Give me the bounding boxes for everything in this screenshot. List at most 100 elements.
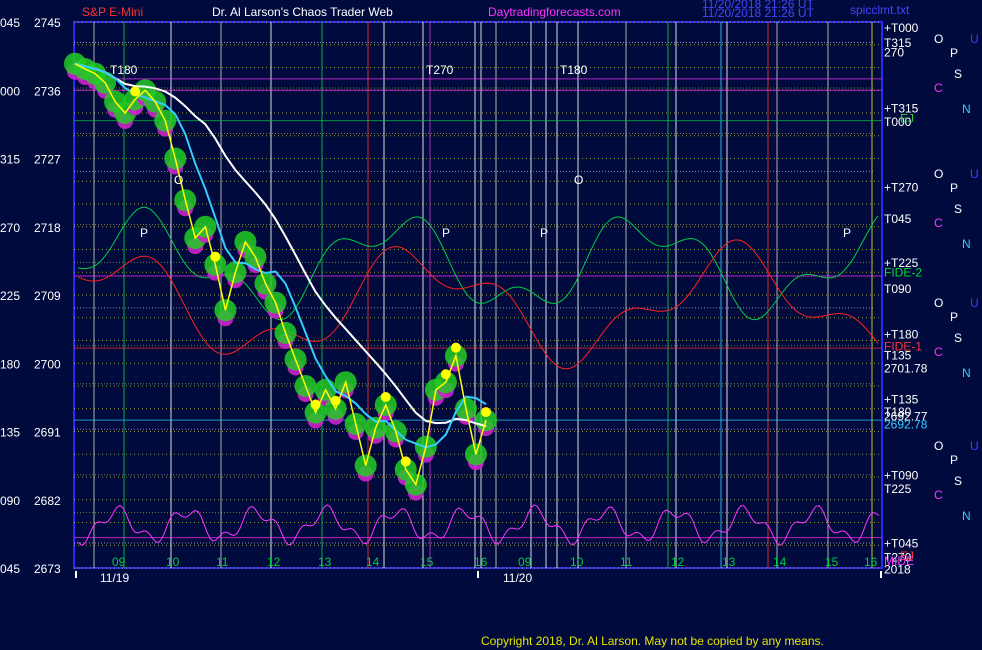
planet-marker: U <box>970 439 979 453</box>
right-level-label: 2692.78 <box>884 418 928 432</box>
y-degree-label: 045 <box>0 16 20 30</box>
right-level-label: +T090 <box>884 468 919 482</box>
chart-site-link[interactable]: Daytradingforecasts.com <box>488 5 621 19</box>
planet-marker: P <box>950 181 958 195</box>
y-degree-label: 000 <box>0 84 20 98</box>
price-line <box>74 63 487 487</box>
planet-marker: N <box>962 509 971 523</box>
moving-average-line <box>74 62 487 449</box>
x-tick-label: 10 <box>166 555 180 569</box>
in-chart-label: P <box>540 226 548 240</box>
in-chart-label: T180 <box>110 63 138 77</box>
planet-marker: P <box>950 46 958 60</box>
planet-marker: N <box>962 366 971 380</box>
right-level-label: T045 <box>884 212 912 226</box>
in-chart-label: O <box>574 173 583 187</box>
in-chart-label: T270 <box>426 63 454 77</box>
right-level-label: T090 <box>884 282 912 296</box>
planet-marker: N <box>962 102 971 116</box>
x-tick-label: 14 <box>366 555 380 569</box>
y-price-label: 2673 <box>34 562 61 576</box>
x-tick-label: 11 <box>216 555 229 569</box>
right-level-label: 2018 <box>884 563 911 577</box>
red-flow-line <box>77 239 879 370</box>
y-price-label: 2682 <box>34 494 61 508</box>
date-label: 11/19 <box>100 571 129 585</box>
in-chart-label: T180 <box>560 63 588 77</box>
swing-point-marker <box>330 395 341 406</box>
x-tick-label: 16 <box>474 555 488 569</box>
right-level-label: 2701.78 <box>884 362 928 376</box>
planet-marker: O <box>934 32 943 46</box>
planet-marker: P <box>950 453 958 467</box>
y-degree-label: 135 <box>0 426 20 440</box>
x-tick-label: 15 <box>420 555 434 569</box>
right-level-label: FIDE-2 <box>884 265 922 279</box>
planet-marker: S <box>954 474 962 488</box>
chart-timestamp-2: 11/20/2018 21:26 UT <box>702 6 815 20</box>
chart-title-symbol: S&P E-Mini <box>82 5 143 19</box>
planet-marker: C <box>934 488 943 502</box>
y-price-label: 2700 <box>34 357 61 371</box>
x-tick-label: 10 <box>570 555 584 569</box>
planet-marker: O <box>934 167 943 181</box>
in-chart-label: P <box>442 226 450 240</box>
y-degree-label: 270 <box>0 221 20 235</box>
swing-point-marker <box>310 399 321 410</box>
y-price-label: 2727 <box>34 153 61 167</box>
planet-marker: C <box>934 345 943 359</box>
chart-file-name: spicclmt.txt <box>850 3 910 17</box>
y-price-label: 2691 <box>34 426 61 440</box>
chart-title-main: Dr. Al Larson's Chaos Trader Web <box>212 5 393 19</box>
planet-marker: S <box>954 202 962 216</box>
right-level-label: +T270 <box>884 180 919 194</box>
copyright-notice: Copyright 2018, Dr. Al Larson. May not b… <box>481 634 824 648</box>
right-level-label: EJ <box>900 111 914 125</box>
planet-marker: P <box>950 310 958 324</box>
y-price-label: 2736 <box>34 84 61 98</box>
y-degree-label: 225 <box>0 289 20 303</box>
planet-marker: U <box>970 296 979 310</box>
x-tick-label: 09 <box>112 555 126 569</box>
in-chart-label: O <box>174 173 183 187</box>
in-chart-label: P <box>140 226 148 240</box>
x-tick-label: 12 <box>267 555 281 569</box>
in-chart-label: P <box>843 226 851 240</box>
planet-marker: C <box>934 216 943 230</box>
x-tick-label: 16 <box>864 555 878 569</box>
swing-point-marker <box>400 456 411 467</box>
planet-marker: O <box>934 296 943 310</box>
planet-marker: C <box>934 81 943 95</box>
swing-point-marker <box>380 391 391 402</box>
x-tick-label: 15 <box>825 555 839 569</box>
magenta-oscillator <box>77 504 880 546</box>
planet-marker: S <box>954 331 962 345</box>
swing-point-marker <box>130 86 141 97</box>
swing-point-marker <box>481 407 491 418</box>
swing-point-marker <box>210 251 221 262</box>
chaos-chart: 09 10 11 12 13 14 15 16 09 10 11 12 13 14 15 16 11/19 11/… <box>0 0 979 585</box>
x-tick-label: 13 <box>722 555 736 569</box>
planet-marker: U <box>970 32 979 46</box>
long-moving-average-line <box>74 62 487 428</box>
y-degree-label: 090 <box>0 494 20 508</box>
planet-marker: S <box>954 67 962 81</box>
y-degree-label: 315 <box>0 153 20 167</box>
planet-marker: U <box>970 167 979 181</box>
y-price-label: 2718 <box>34 221 61 235</box>
y-degree-label: 045 <box>0 562 20 576</box>
right-level-label: +T000 <box>884 21 919 35</box>
date-label: 11/20 <box>503 571 532 585</box>
x-tick-label: 11 <box>620 555 633 569</box>
planet-marker: N <box>962 237 971 251</box>
y-price-label: 2745 <box>34 16 61 30</box>
right-level-label: 270 <box>884 45 904 59</box>
x-tick-label: 13 <box>318 555 332 569</box>
right-level-label: T225 <box>884 482 912 496</box>
x-tick-label: 14 <box>773 555 787 569</box>
x-tick-label: 09 <box>518 555 532 569</box>
y-price-label: 2709 <box>34 289 61 303</box>
y-degree-label: 180 <box>0 357 20 371</box>
x-tick-label: 12 <box>671 555 685 569</box>
swing-point-marker <box>440 369 451 380</box>
